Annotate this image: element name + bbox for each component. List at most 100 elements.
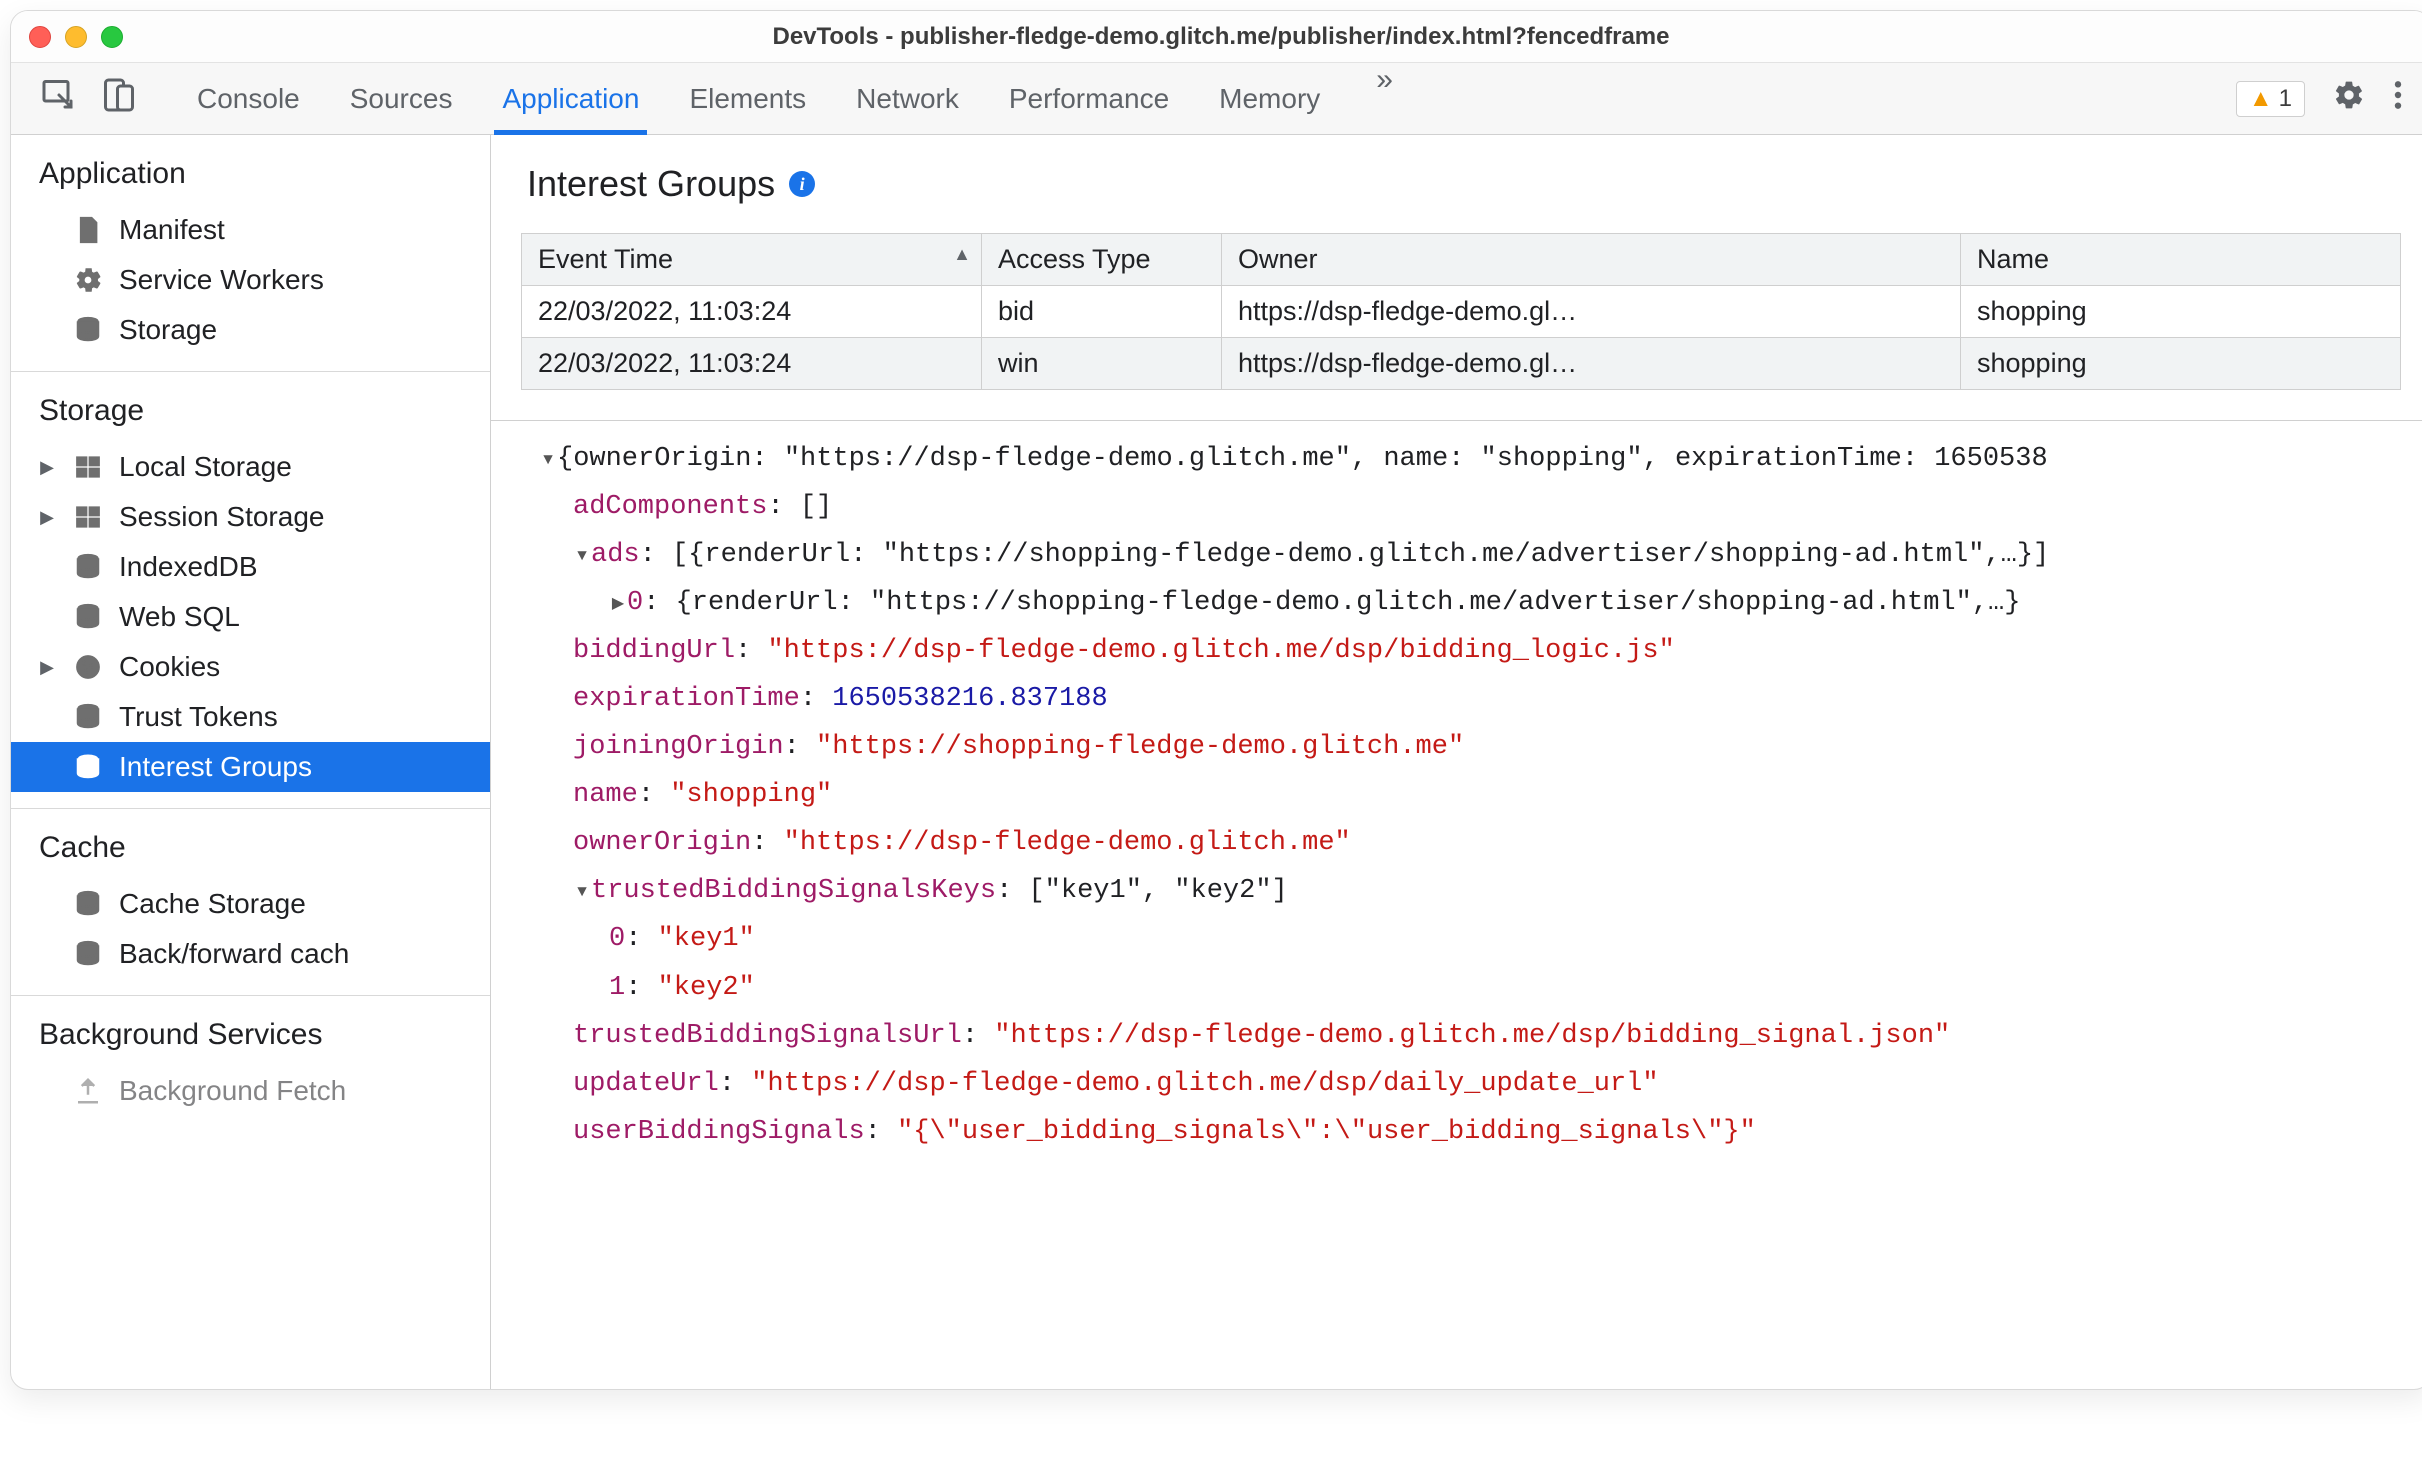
application-sidebar: Application Manifest Service Workers Sto…: [11, 135, 491, 1389]
sidebar-item-label: Back/forward cach: [119, 938, 349, 970]
info-icon[interactable]: i: [789, 171, 815, 197]
sidebar-section-cache: Cache: [11, 809, 490, 879]
sidebar-item-label: Background Fetch: [119, 1075, 346, 1107]
pane-title: Interest Groups: [527, 163, 775, 205]
tree-root[interactable]: ▼{ownerOrigin: "https://dsp-fledge-demo.…: [497, 435, 2422, 483]
cell-owner: https://dsp-fledge-demo.gl…: [1222, 286, 1961, 338]
sidebar-item-label: Storage: [119, 314, 217, 346]
sidebar-item-manifest[interactable]: Manifest: [11, 205, 490, 255]
caret-right-icon[interactable]: ▶: [609, 590, 627, 618]
database-icon: [71, 937, 105, 971]
database-icon: [71, 550, 105, 584]
grid-icon: [71, 500, 105, 534]
caret-down-icon[interactable]: ▼: [573, 878, 591, 906]
database-icon: [71, 700, 105, 734]
tree-prop-joiningorigin[interactable]: joiningOrigin: "https://shopping-fledge-…: [497, 723, 2422, 771]
sidebar-item-label: Cache Storage: [119, 888, 306, 920]
settings-icon[interactable]: [2333, 79, 2365, 118]
tab-application[interactable]: Application: [502, 63, 639, 134]
sidebar-item-label: Local Storage: [119, 451, 292, 483]
cell-time: 22/03/2022, 11:03:24: [522, 286, 982, 338]
col-event-time[interactable]: Event Time▲: [522, 234, 982, 286]
tree-prop-ownerorigin[interactable]: ownerOrigin: "https://dsp-fledge-demo.gl…: [497, 819, 2422, 867]
caret-down-icon[interactable]: ▼: [573, 542, 591, 570]
sidebar-item-service-workers[interactable]: Service Workers: [11, 255, 490, 305]
traffic-lights: [29, 26, 123, 48]
tab-sources[interactable]: Sources: [350, 63, 453, 134]
devtools-tabstrip: Console Sources Application Elements Net…: [11, 63, 2422, 135]
sidebar-item-bfcache[interactable]: Back/forward cach: [11, 929, 490, 979]
table-header-row: Event Time▲ Access Type Owner Name: [522, 234, 2401, 286]
sidebar-item-cache-storage[interactable]: Cache Storage: [11, 879, 490, 929]
close-window-button[interactable]: [29, 26, 51, 48]
expand-caret-icon[interactable]: ▶: [33, 507, 61, 528]
caret-down-icon[interactable]: ▼: [539, 446, 557, 474]
sort-ascending-icon: ▲: [953, 244, 971, 265]
expand-caret-icon[interactable]: ▶: [33, 457, 61, 478]
tab-memory[interactable]: Memory: [1219, 63, 1320, 134]
grid-icon: [71, 450, 105, 484]
device-toggle-icon[interactable]: [101, 77, 137, 120]
sidebar-item-label: Session Storage: [119, 501, 324, 533]
sidebar-item-indexeddb[interactable]: IndexedDB: [11, 542, 490, 592]
tree-prop-biddingurl[interactable]: biddingUrl: "https://dsp-fledge-demo.gli…: [497, 627, 2422, 675]
table-row[interactable]: 22/03/2022, 11:03:24 bid https://dsp-fle…: [522, 286, 2401, 338]
sidebar-item-session-storage[interactable]: ▶ Session Storage: [11, 492, 490, 542]
sidebar-item-web-sql[interactable]: Web SQL: [11, 592, 490, 642]
sidebar-item-interest-groups[interactable]: Interest Groups: [11, 742, 490, 792]
window-title: DevTools - publisher-fledge-demo.glitch.…: [11, 23, 2422, 51]
tab-network[interactable]: Network: [856, 63, 959, 134]
tree-prop-expirationtime[interactable]: expirationTime: 1650538216.837188: [497, 675, 2422, 723]
tab-performance[interactable]: Performance: [1009, 63, 1169, 134]
interest-groups-pane: Interest Groups i Event Time▲ Access Typ…: [491, 135, 2422, 1389]
tree-prop-updateurl[interactable]: updateUrl: "https://dsp-fledge-demo.glit…: [497, 1060, 2422, 1108]
tree-prop-ads[interactable]: ▼ads: [{renderUrl: "https://shopping-fle…: [497, 531, 2422, 579]
cell-name: shopping: [1961, 286, 2401, 338]
expand-caret-icon[interactable]: ▶: [33, 657, 61, 678]
tab-console[interactable]: Console: [197, 63, 300, 134]
tree-prop-tbsk-1[interactable]: 1: "key2": [497, 964, 2422, 1012]
zoom-window-button[interactable]: [101, 26, 123, 48]
tabstrip-left-controls: [41, 77, 137, 120]
sidebar-item-label: Interest Groups: [119, 751, 312, 783]
minimize-window-button[interactable]: [65, 26, 87, 48]
warning-count: 1: [2279, 85, 2292, 113]
file-icon: [71, 213, 105, 247]
tree-prop-adcomponents[interactable]: adComponents: []: [497, 483, 2422, 531]
tree-prop-tbsk-0[interactable]: 0: "key1": [497, 915, 2422, 963]
sidebar-item-label: Web SQL: [119, 601, 240, 633]
col-owner[interactable]: Owner: [1222, 234, 1961, 286]
interest-groups-table: Event Time▲ Access Type Owner Name 22/03…: [521, 233, 2401, 390]
sidebar-item-label: Trust Tokens: [119, 701, 278, 733]
tree-prop-userbiddingsignals[interactable]: userBiddingSignals: "{\"user_bidding_sig…: [497, 1108, 2422, 1156]
tree-prop-trustedbiddingsignalskeys[interactable]: ▼trustedBiddingSignalsKeys: ["key1", "ke…: [497, 867, 2422, 915]
sidebar-item-local-storage[interactable]: ▶ Local Storage: [11, 442, 490, 492]
tabstrip-right-controls: ▲ 1: [2236, 79, 2421, 118]
cell-type: bid: [982, 286, 1222, 338]
tree-prop-name[interactable]: name: "shopping": [497, 771, 2422, 819]
panel-tabs: Console Sources Application Elements Net…: [197, 63, 2226, 134]
cell-owner: https://dsp-fledge-demo.gl…: [1222, 338, 1961, 390]
sidebar-item-background-fetch[interactable]: Background Fetch: [11, 1066, 490, 1116]
inspect-element-icon[interactable]: [41, 77, 77, 120]
table-row[interactable]: 22/03/2022, 11:03:24 win https://dsp-fle…: [522, 338, 2401, 390]
sidebar-item-trust-tokens[interactable]: Trust Tokens: [11, 692, 490, 742]
issues-badge[interactable]: ▲ 1: [2236, 81, 2305, 117]
devtools-window: DevTools - publisher-fledge-demo.glitch.…: [10, 10, 2422, 1390]
sidebar-item-cookies[interactable]: ▶ Cookies: [11, 642, 490, 692]
cell-time: 22/03/2022, 11:03:24: [522, 338, 982, 390]
col-access-type[interactable]: Access Type: [982, 234, 1222, 286]
sidebar-item-storage[interactable]: Storage: [11, 305, 490, 355]
database-icon: [71, 313, 105, 347]
tab-elements[interactable]: Elements: [689, 63, 806, 134]
col-name[interactable]: Name: [1961, 234, 2401, 286]
cell-name: shopping: [1961, 338, 2401, 390]
tree-prop-trustedbiddingsignalsurl[interactable]: trustedBiddingSignalsUrl: "https://dsp-f…: [497, 1012, 2422, 1060]
database-icon: [71, 600, 105, 634]
more-options-icon[interactable]: [2393, 79, 2403, 118]
more-tabs-button[interactable]: »: [1370, 63, 1399, 134]
tree-prop-ads-0[interactable]: ▶0: {renderUrl: "https://shopping-fledge…: [497, 579, 2422, 627]
main-split: Application Manifest Service Workers Sto…: [11, 135, 2422, 1389]
cell-type: win: [982, 338, 1222, 390]
cookie-icon: [71, 650, 105, 684]
